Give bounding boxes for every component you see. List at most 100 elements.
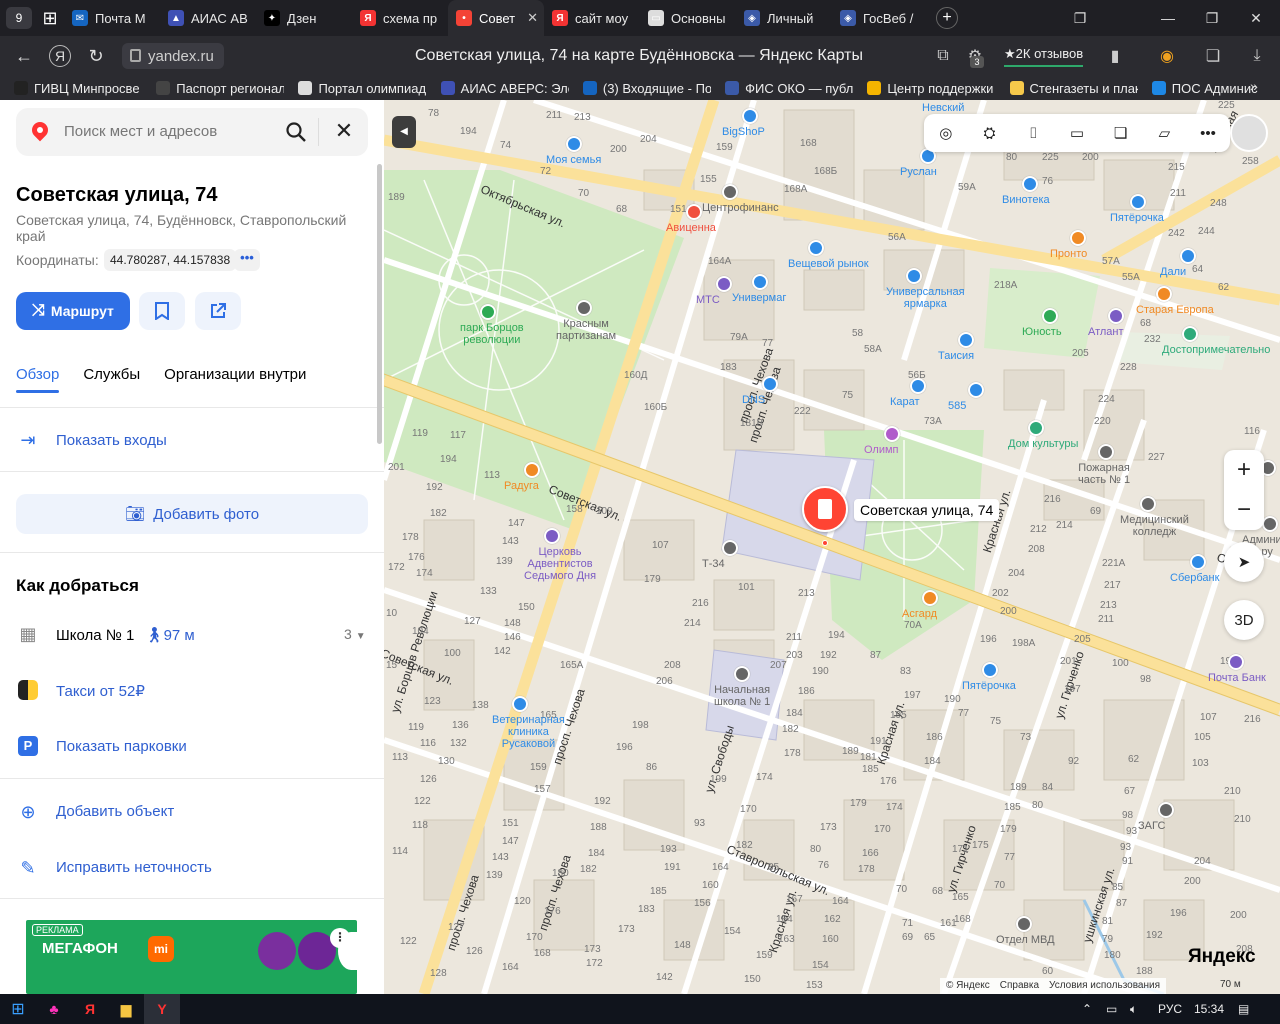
tab-overview[interactable]: Обзор	[16, 366, 60, 393]
ad-banner[interactable]: РЕКЛАМА МЕГАФОН mi ⋮	[26, 920, 357, 994]
poi-label[interactable]: DNS	[742, 394, 765, 406]
notifications-icon[interactable]: ▤	[1238, 994, 1249, 1024]
windows-start-icon[interactable]: ⊞	[0, 994, 36, 1024]
yandex-active-icon[interactable]: Y	[144, 994, 180, 1024]
poi-label[interactable]: Невский	[922, 102, 964, 114]
avatar[interactable]	[1230, 114, 1268, 152]
zoom-in-button[interactable]: +	[1224, 450, 1264, 490]
poi-marker-icon[interactable]	[808, 240, 824, 256]
browser-tab[interactable]: • Совет ✕	[448, 0, 544, 36]
poi-label[interactable]: Юность	[1022, 326, 1062, 338]
poi-marker-icon[interactable]	[1228, 654, 1244, 670]
poi-label[interactable]: Пронто	[1050, 248, 1087, 260]
bookmark-item[interactable]: ФИС ОКО — публ	[725, 81, 853, 96]
help-link[interactable]: Справка	[1000, 978, 1039, 994]
poi-label[interactable]: Дали	[1160, 266, 1186, 278]
tab-organizations[interactable]: Организации внутри	[164, 366, 306, 383]
tray-arrow-icon[interactable]: ⌃	[1082, 994, 1092, 1024]
poi-marker-icon[interactable]	[1028, 420, 1044, 436]
poi-marker-icon[interactable]	[1158, 802, 1174, 818]
coords-more-button[interactable]: •••	[234, 249, 260, 271]
poi-marker-icon[interactable]	[686, 204, 702, 220]
poi-marker-icon[interactable]	[566, 136, 582, 152]
poi-marker-icon[interactable]	[958, 332, 974, 348]
poi-label[interactable]: Старая Европа	[1136, 304, 1214, 316]
browser-tab[interactable]: Ясайт моу	[544, 0, 640, 36]
selected-place-pin[interactable]	[802, 486, 848, 532]
poi-label[interactable]: Почта Банк	[1208, 672, 1266, 684]
coords-value[interactable]: 44.780287, 44.157838	[104, 249, 237, 271]
poi-marker-icon[interactable]	[1262, 516, 1278, 532]
poi-marker-icon[interactable]	[716, 276, 732, 292]
browser-tab[interactable]: Ясхема пр	[352, 0, 448, 36]
poi-marker-icon[interactable]	[1140, 496, 1156, 512]
poi-marker-icon[interactable]	[752, 274, 768, 290]
download-icon[interactable]: ⤓	[1246, 45, 1268, 67]
protect-icon[interactable]: ◉	[1156, 45, 1178, 67]
folder-icon[interactable]: ▆	[108, 994, 144, 1024]
search-box[interactable]: Поиск мест и адресов ✕	[16, 108, 368, 156]
url-field[interactable]: yandex.ru	[122, 43, 224, 69]
poi-marker-icon[interactable]	[512, 696, 528, 712]
browser-tab[interactable]: ▭ Основны	[640, 0, 736, 36]
browser-tab[interactable]: ✦ Дзен	[256, 0, 352, 36]
poi-label[interactable]: Пятёрочка	[1110, 212, 1164, 224]
poi-marker-icon[interactable]	[1182, 326, 1198, 342]
poi-marker-icon[interactable]	[1156, 286, 1172, 302]
poi-label[interactable]: Ветеринарная клиника Русаковой	[492, 714, 565, 750]
poi-marker-icon[interactable]	[1098, 444, 1114, 460]
poi-marker-icon[interactable]	[1180, 248, 1196, 264]
poi-marker-icon[interactable]	[742, 108, 758, 124]
poi-label[interactable]: ЗАГС	[1138, 820, 1165, 832]
panel-scrollbar[interactable]	[377, 164, 382, 444]
bookmark-item[interactable]: Центр поддержки	[867, 81, 995, 96]
poi-marker-icon[interactable]	[968, 382, 984, 398]
poi-marker-icon[interactable]	[1130, 194, 1146, 210]
copy-link-icon[interactable]: ⧉	[932, 45, 954, 67]
yandex-browser-icon[interactable]: Я	[72, 994, 108, 1024]
reload-button[interactable]: ↻	[78, 38, 114, 74]
poi-label[interactable]: Радуга	[504, 480, 539, 492]
add-tab-button[interactable]: +	[936, 7, 958, 29]
tabs-icon[interactable]: ❏	[1202, 45, 1224, 67]
bookmark-item[interactable]: Портал олимпиад	[298, 81, 426, 96]
locate-me-icon[interactable]: ➤	[1224, 542, 1264, 582]
poi-marker-icon[interactable]	[762, 376, 778, 392]
poi-marker-icon[interactable]	[910, 378, 926, 394]
bookmark-button[interactable]	[139, 292, 185, 330]
ruler-icon[interactable]: ▱	[1152, 121, 1176, 145]
clock[interactable]: 15:34	[1194, 994, 1224, 1024]
collections-icon[interactable]: ❐	[1058, 0, 1102, 36]
poi-label[interactable]: Моя семья	[546, 154, 601, 166]
poi-label[interactable]: Отдел МВД	[996, 934, 1055, 946]
poi-marker-icon[interactable]	[922, 590, 938, 606]
browser-tab[interactable]: ◈ ГосВеб /	[832, 0, 928, 36]
more-icon[interactable]: •••	[1196, 121, 1220, 145]
volume-icon[interactable]: 🔈︎	[1130, 994, 1137, 1024]
poi-label[interactable]: BigShoP	[722, 126, 765, 138]
parking-link[interactable]: Показать парковки	[56, 738, 187, 755]
search-input[interactable]: Поиск мест и адресов	[64, 123, 217, 140]
close-icon[interactable]: ✕	[332, 117, 356, 145]
browser-tab[interactable]: ◈ Личный	[736, 0, 832, 36]
bookmark-item[interactable]: Паспорт регионал	[156, 81, 284, 96]
poi-label[interactable]: 585	[948, 400, 966, 412]
route-button[interactable]: ⤨ Маршрут	[16, 292, 130, 330]
poi-label[interactable]: Вещевой рынок	[788, 258, 869, 270]
bookmark-item[interactable]: ПОС Админис	[1151, 81, 1280, 96]
app-icon[interactable]: ♣	[36, 994, 72, 1024]
stop-routes-count[interactable]: 3 ▼	[344, 626, 366, 642]
collapse-panel-button[interactable]: ◀	[392, 116, 416, 148]
poi-marker-icon[interactable]	[906, 268, 922, 284]
map[interactable]: Октябрьская ул. Советская ул. просп. Чехов…	[384, 100, 1280, 994]
poi-label[interactable]: Универмаг	[732, 292, 786, 304]
poi-label[interactable]: Винотека	[1002, 194, 1050, 206]
minimize-button[interactable]: —	[1146, 0, 1190, 36]
poi-marker-icon[interactable]	[982, 662, 998, 678]
bookmark-item[interactable]: АИАС АВЕРС: Эле	[440, 81, 569, 96]
bookmark-icon[interactable]: ▮	[1104, 45, 1126, 67]
share-button[interactable]	[195, 292, 241, 330]
camera-icon[interactable]: ⌷	[1021, 121, 1045, 145]
poi-marker-icon[interactable]	[1108, 308, 1124, 324]
poi-label[interactable]: парк Борцов революции	[460, 322, 524, 346]
